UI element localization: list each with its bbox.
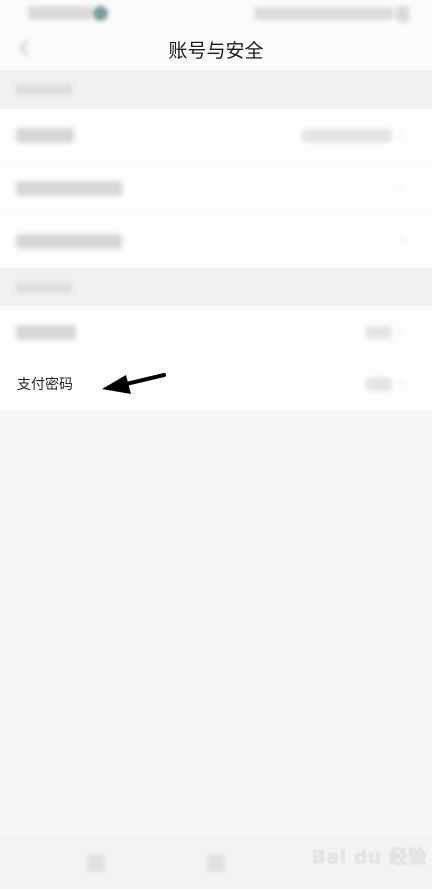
battery-icon <box>396 6 409 22</box>
settings-row-3[interactable]: › <box>0 215 432 267</box>
settings-row-4[interactable]: › <box>0 306 432 358</box>
row-value-blurred <box>366 326 392 339</box>
section-header-security <box>0 268 432 307</box>
status-bar <box>0 0 432 28</box>
annotation-arrow-icon <box>100 366 168 402</box>
pay-password-label: 支付密码 <box>17 377 73 393</box>
notification-icon <box>93 6 108 21</box>
chevron-right-icon: › <box>399 323 405 339</box>
status-indicators <box>254 7 394 20</box>
settings-row-2[interactable]: › <box>0 162 432 214</box>
row-label-blurred <box>16 128 74 143</box>
bottom-nav-icon[interactable] <box>87 854 105 872</box>
chevron-right-icon: › <box>399 126 405 142</box>
settings-row-phone[interactable]: › <box>0 109 432 161</box>
section-label <box>16 282 72 293</box>
row-label-blurred <box>16 181 122 196</box>
row-value-blurred <box>302 129 392 142</box>
time-indicator <box>28 6 92 20</box>
page-title: 账号与安全 <box>168 40 264 62</box>
chevron-right-icon: › <box>399 375 405 391</box>
row-value-blurred <box>366 378 392 391</box>
bottom-nav-icon[interactable] <box>207 854 225 872</box>
chevron-right-icon: › <box>399 232 405 248</box>
section-label <box>16 84 72 95</box>
watermark: Bai du 经验 <box>312 847 428 868</box>
section-header-account <box>0 70 432 109</box>
chevron-right-icon: › <box>399 179 405 195</box>
row-label-blurred <box>16 325 76 340</box>
nav-bar: 账号与安全 <box>0 28 432 70</box>
row-label-blurred <box>16 234 122 249</box>
